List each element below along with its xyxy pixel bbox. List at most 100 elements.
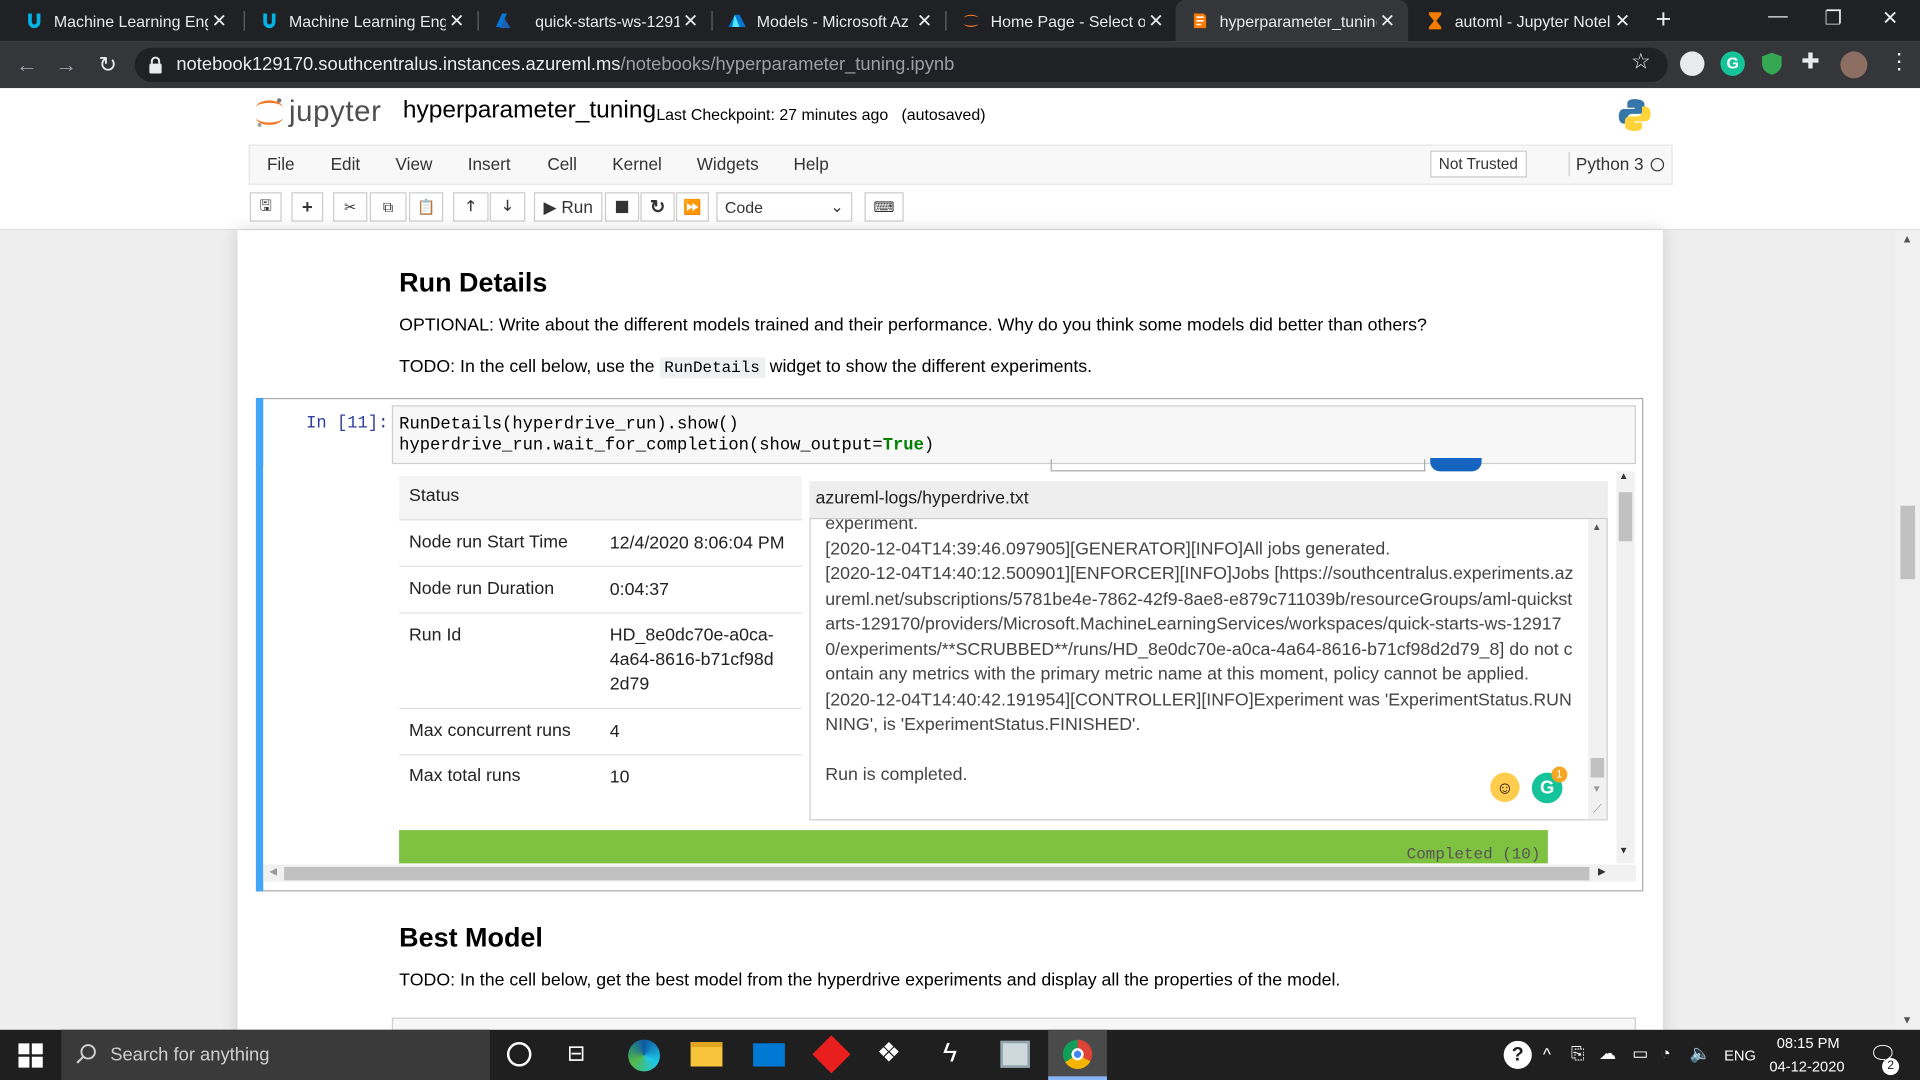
emoji-icon[interactable]: ☺ xyxy=(1490,772,1520,803)
close-window-button[interactable]: ✕ xyxy=(1882,6,1898,30)
cell-type-select[interactable]: Code ⌄ xyxy=(716,192,853,222)
resize-handle-icon[interactable]: ⟋ xyxy=(1593,803,1602,816)
close-icon[interactable]: ✕ xyxy=(1611,10,1633,32)
close-icon[interactable]: ✕ xyxy=(208,10,230,32)
log-scroll-up-icon[interactable]: ▲ xyxy=(1592,522,1602,533)
show-active-log-toggle[interactable] xyxy=(1430,457,1482,472)
tab-machine-learning-2[interactable]: Machine Learning Engi ✕ xyxy=(245,0,478,42)
menu-help[interactable]: Help xyxy=(793,154,828,174)
save-button[interactable]: 🖫 xyxy=(249,192,282,222)
close-icon[interactable]: ✕ xyxy=(1376,10,1398,32)
tab-home-page[interactable]: Home Page - Select or ✕ xyxy=(947,0,1177,42)
page-scrollbar[interactable] xyxy=(1895,230,1920,1032)
chevron-down-icon: ⌄ xyxy=(830,197,844,216)
page-scrollbar-thumb[interactable] xyxy=(1900,505,1916,580)
menu-cell[interactable]: Cell xyxy=(547,154,577,174)
cortana-icon[interactable] xyxy=(506,1042,532,1067)
menu-widgets[interactable]: Widgets xyxy=(697,154,759,174)
file-explorer-icon[interactable] xyxy=(690,1042,723,1067)
menu-file[interactable]: File xyxy=(267,154,295,174)
chrome-icon-center xyxy=(1071,1048,1084,1061)
mail-icon[interactable] xyxy=(753,1043,785,1067)
edge-icon[interactable] xyxy=(628,1039,661,1072)
tab-automl[interactable]: automl - Jupyter Notel ✕ xyxy=(1411,0,1644,42)
remote-desktop-icon[interactable] xyxy=(1000,1040,1030,1068)
tab-hyperparameter-tuning[interactable]: hyperparameter_tuning ✕ xyxy=(1175,0,1409,42)
run-button[interactable]: ▶ Run xyxy=(533,192,603,222)
maximize-button[interactable]: ❐ xyxy=(1824,6,1842,30)
clock-date[interactable]: 04-12-2020 xyxy=(1769,1058,1844,1075)
property-row-status: Status xyxy=(399,476,803,521)
avatar[interactable] xyxy=(1840,51,1868,79)
address-bar[interactable]: notebook129170.southcentralus.instances.… xyxy=(134,47,1668,83)
widget-scrollbar-thumb[interactable] xyxy=(1618,492,1633,542)
restart-button[interactable]: ↻ xyxy=(640,192,675,222)
language-indicator[interactable]: ENG xyxy=(1724,1047,1756,1064)
volume-icon[interactable]: 🔈 xyxy=(1690,1043,1711,1064)
clock-time[interactable]: 08:15 PM xyxy=(1777,1035,1840,1052)
move-down-button[interactable]: 🡓 xyxy=(489,192,526,222)
back-icon[interactable]: ← xyxy=(12,42,41,89)
dropbox-icon[interactable]: ❖ xyxy=(877,1037,901,1069)
scroll-left-icon[interactable]: ◀ xyxy=(269,866,277,877)
taskbar-search[interactable]: Search for anything xyxy=(61,1029,490,1080)
bookmark-star-icon[interactable]: ☆ xyxy=(1631,49,1651,75)
task-view-icon[interactable]: ⊟ xyxy=(567,1041,585,1067)
log-scrollbar-thumb[interactable] xyxy=(1590,757,1605,778)
trust-indicator[interactable]: Not Trusted xyxy=(1430,150,1527,178)
tab-models-azure[interactable]: Models - Microsoft Az ✕ xyxy=(713,0,946,42)
menu-dots-icon[interactable]: ⋮ xyxy=(1888,49,1910,75)
scroll-up-icon[interactable]: ▲ xyxy=(1902,233,1913,245)
puzzle-icon[interactable]: ✚ xyxy=(1801,49,1819,75)
menu-insert[interactable]: Insert xyxy=(468,154,511,174)
paste-button[interactable]: 📋 xyxy=(408,192,444,222)
cut-button[interactable]: ✂ xyxy=(333,192,368,222)
horizontal-scrollbar-thumb[interactable] xyxy=(284,866,1590,881)
log-file-select[interactable] xyxy=(1050,459,1426,472)
log-output[interactable]: experiment. [2020-12-04T14:39:46.097905]… xyxy=(809,517,1608,821)
battery-icon[interactable]: ▭ xyxy=(1632,1043,1648,1064)
windows-start-icon[interactable] xyxy=(18,1043,43,1068)
menu-edit[interactable]: Edit xyxy=(331,154,361,174)
extension-1-icon[interactable] xyxy=(1680,51,1705,76)
command-palette-button[interactable]: ⌨ xyxy=(864,192,904,222)
widget-scroll-down-icon[interactable]: ▼ xyxy=(1619,845,1629,856)
azure-ml-icon xyxy=(728,14,746,27)
todo-text-1: TODO: In the cell below, use the RunDeta… xyxy=(399,357,1093,379)
tray-usb-icon[interactable]: ⎘ xyxy=(1571,1043,1585,1064)
insert-cell-button[interactable]: + xyxy=(291,192,324,222)
wifi-icon[interactable]: ◔ xyxy=(1660,1043,1670,1063)
scroll-down-icon[interactable]: ▼ xyxy=(1902,1014,1913,1026)
cell-type-value: Code xyxy=(724,197,763,217)
close-icon[interactable]: ✕ xyxy=(446,10,468,32)
move-up-button[interactable]: 🡑 xyxy=(453,192,489,222)
menu-view[interactable]: View xyxy=(396,154,433,174)
notebook-name[interactable]: hyperparameter_tuning xyxy=(403,97,656,125)
interrupt-button[interactable] xyxy=(604,192,640,222)
shield-icon[interactable] xyxy=(1760,51,1784,75)
close-icon[interactable]: ✕ xyxy=(1145,10,1167,32)
restart-run-all-button[interactable]: ⏩ xyxy=(675,192,709,222)
reload-icon[interactable]: ↻ xyxy=(93,42,122,89)
tray-cloud-icon[interactable]: ☁ xyxy=(1599,1043,1616,1064)
scroll-right-icon[interactable]: ▶ xyxy=(1598,866,1606,877)
jupyter-logo-icon[interactable] xyxy=(253,96,285,130)
arrow-up-icon: 🡑 xyxy=(466,196,475,214)
tray-chevron-up-icon[interactable]: ^ xyxy=(1543,1044,1551,1064)
close-icon[interactable]: ✕ xyxy=(913,10,935,32)
new-tab-button[interactable]: + xyxy=(1656,4,1672,36)
help-icon[interactable]: ? xyxy=(1503,1040,1532,1069)
app-bolt-icon[interactable]: ϟ xyxy=(943,1037,957,1069)
next-code-cell[interactable] xyxy=(391,1017,1636,1030)
close-icon[interactable]: ✕ xyxy=(680,10,702,32)
forward-icon[interactable]: → xyxy=(51,42,80,89)
grammarly-extension-icon[interactable]: G xyxy=(1720,51,1745,76)
minimize-button[interactable]: — xyxy=(1768,6,1788,28)
widget-scroll-up-icon[interactable]: ▲ xyxy=(1619,470,1629,481)
tab-quick-starts[interactable]: quick-starts-ws-129170 ✕ xyxy=(479,0,712,42)
log-scroll-down-icon[interactable]: ▼ xyxy=(1592,784,1602,795)
tab-machine-learning-1[interactable]: Machine Learning Engi ✕ xyxy=(10,0,240,42)
menu-kernel[interactable]: Kernel xyxy=(612,154,662,174)
code-input[interactable]: RunDetails(hyperdrive_run).show() hyperd… xyxy=(391,405,1636,465)
copy-button[interactable]: ⧉ xyxy=(369,192,407,222)
